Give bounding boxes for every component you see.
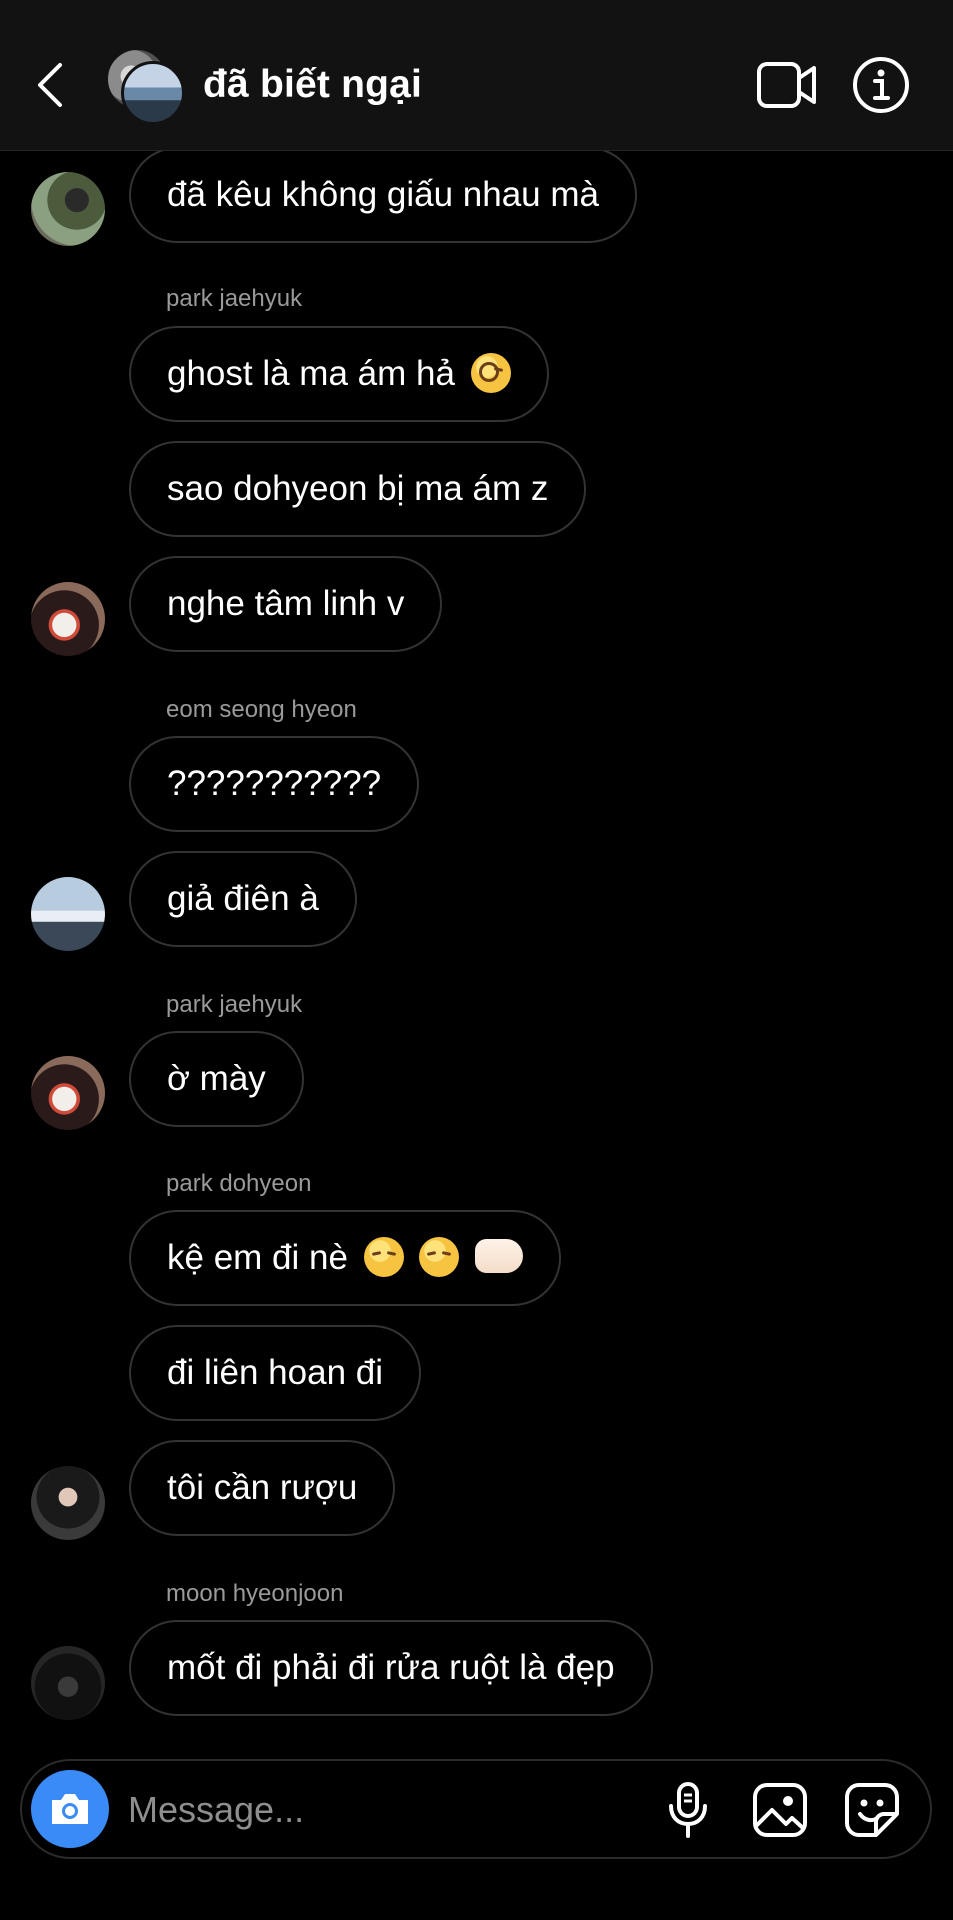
message-bubble[interactable]: sao dohyeon bị ma ám z — [129, 441, 587, 537]
sticker-button[interactable] — [843, 1781, 901, 1839]
message-bubble[interactable]: ờ mày — [129, 1031, 304, 1127]
message-thread: đã kêu không giấu nhau mà park jaehyuk g… — [0, 0, 953, 1750]
sender-avatar[interactable] — [31, 877, 105, 951]
sender-avatar[interactable] — [31, 172, 105, 246]
sender-name: eom seong hyeon — [166, 696, 357, 723]
member-avatar — [121, 61, 185, 125]
message-text: nghe tâm linh v — [167, 584, 405, 623]
info-icon — [853, 57, 909, 113]
message-text: ghost là ma ám hả — [167, 354, 455, 393]
message-bubble[interactable]: mốt đi phải đi rửa ruột là đẹp — [129, 1620, 653, 1716]
message-bubble[interactable]: ??????????? — [129, 736, 420, 832]
info-button[interactable] — [851, 55, 911, 115]
image-icon — [753, 1783, 807, 1837]
sticker-icon — [845, 1783, 899, 1837]
message-text: giả điên à — [167, 879, 319, 918]
camera-icon — [52, 1794, 88, 1824]
disappointed-face-emoji-icon — [363, 1237, 404, 1277]
message-text: ờ mày — [167, 1059, 266, 1098]
message-bubble[interactable]: đã kêu không giấu nhau mà — [129, 147, 637, 243]
chat-title[interactable]: đã biết ngại — [203, 59, 422, 111]
message-composer — [20, 1759, 932, 1859]
face-with-monocle-emoji-icon — [470, 353, 511, 393]
sender-name: park jaehyuk — [166, 991, 303, 1018]
sender-name: moon hyeonjoon — [166, 1580, 344, 1607]
message-input[interactable] — [126, 1781, 530, 1839]
message-text: mốt đi phải đi rửa ruột là đẹp — [167, 1648, 615, 1687]
left-facing-fist-emoji-icon — [475, 1239, 524, 1273]
chevron-left-icon — [38, 63, 62, 107]
voice-message-button[interactable] — [659, 1781, 717, 1839]
group-avatar[interactable] — [105, 47, 185, 125]
message-bubble[interactable]: kệ em đi nè — [129, 1210, 562, 1306]
message-text: sao dohyeon bị ma ám z — [167, 469, 549, 508]
disappointed-face-emoji-icon — [419, 1237, 460, 1277]
sender-avatar[interactable] — [31, 1646, 105, 1720]
message-text: tôi cần rượu — [167, 1468, 358, 1507]
message-text: kệ em đi nè — [167, 1238, 348, 1277]
message-text: đi liên hoan đi — [167, 1353, 383, 1392]
message-text: ??????????? — [167, 764, 382, 803]
sender-avatar[interactable] — [31, 582, 105, 656]
back-button[interactable] — [30, 55, 70, 115]
video-camera-icon — [757, 62, 816, 108]
chat-header: đã biết ngại — [0, 0, 953, 151]
sender-avatar[interactable] — [31, 1056, 105, 1130]
message-bubble[interactable]: tôi cần rượu — [129, 1440, 396, 1536]
video-call-button[interactable] — [756, 56, 818, 114]
gallery-button[interactable] — [751, 1781, 809, 1839]
message-text: đã kêu không giấu nhau mà — [167, 175, 599, 214]
sender-avatar[interactable] — [31, 1466, 105, 1540]
message-bubble[interactable]: giả điên à — [129, 851, 357, 947]
camera-button[interactable] — [31, 1770, 109, 1848]
message-bubble[interactable]: ghost là ma ám hả — [129, 326, 549, 422]
message-bubble[interactable]: đi liên hoan đi — [129, 1325, 421, 1421]
sender-name: park jaehyuk — [166, 285, 303, 312]
message-bubble[interactable]: nghe tâm linh v — [129, 556, 443, 652]
sender-name: park dohyeon — [166, 1170, 312, 1197]
microphone-icon — [669, 1782, 707, 1838]
